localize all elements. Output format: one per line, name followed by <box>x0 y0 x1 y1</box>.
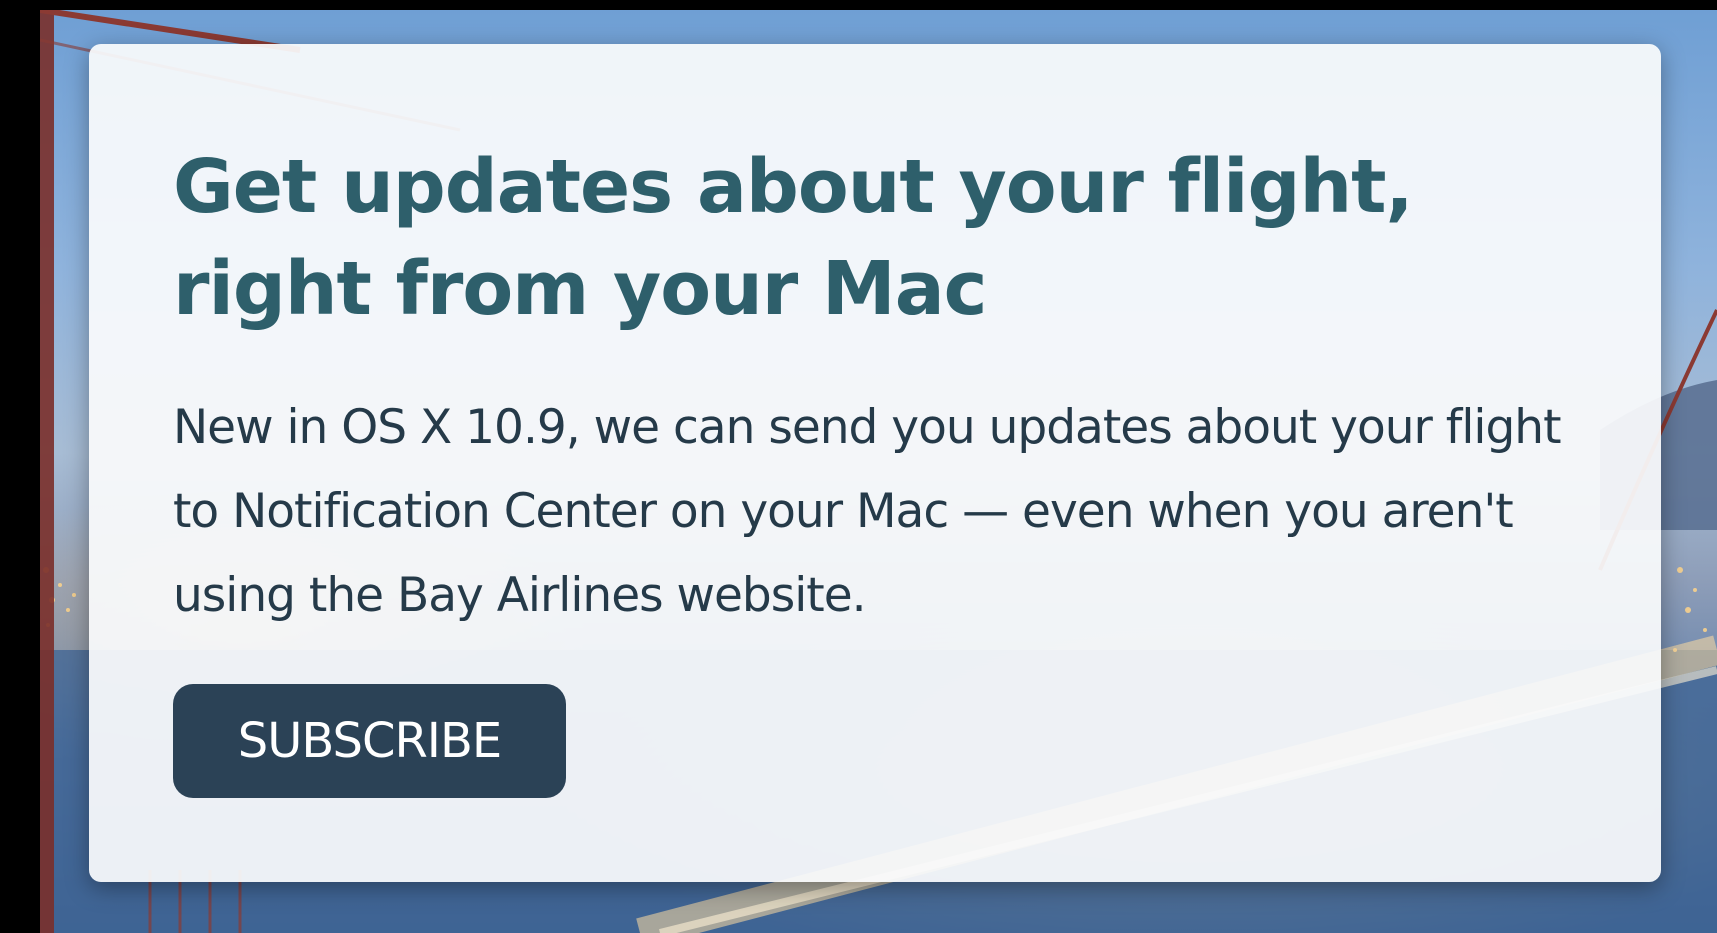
notification-promo-card: Get updates about your flight, right fro… <box>89 44 1661 882</box>
subscribe-button[interactable]: SUBSCRIBE <box>173 684 566 798</box>
description-text: New in OS X 10.9, we can send you update… <box>173 400 1562 623</box>
page: Get updates about your flight, right fro… <box>0 0 1717 933</box>
headline: Get updates about your flight, right fro… <box>173 144 1414 332</box>
